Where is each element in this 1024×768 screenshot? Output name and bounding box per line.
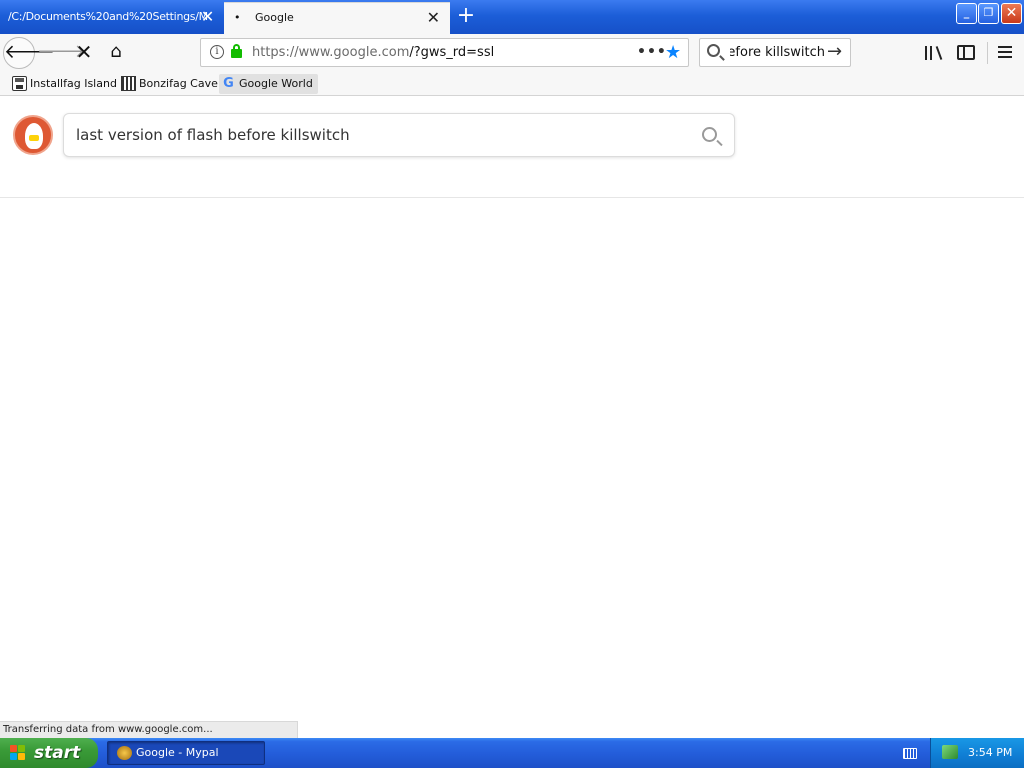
task-label: Google - Mypal <box>136 746 219 759</box>
windows-flag-icon <box>10 745 27 761</box>
duckduckgo-logo-icon[interactable] <box>13 115 53 155</box>
header-divider <box>0 197 1024 198</box>
bookmark-star-icon[interactable]: ★ <box>665 40 681 66</box>
building-icon <box>121 76 136 91</box>
bookmark-bonzifag-cave[interactable]: Bonzifag Cave <box>119 74 223 94</box>
navigation-bar: 🡐 🡒 ✕ ⌂ i https://www.google.com/?gws_rd… <box>0 34 1024 72</box>
close-window-button[interactable]: ✕ <box>1001 3 1022 24</box>
start-button[interactable]: start <box>0 738 98 768</box>
system-tray: 3:54 PM <box>930 738 1024 768</box>
search-icon[interactable] <box>702 127 717 142</box>
forward-button[interactable]: 🡒 <box>37 37 85 69</box>
desktop: /C:/Documents%20and%20Settings/M ✕ • Goo… <box>0 0 1024 768</box>
url-host: https://www.google.com <box>252 45 410 60</box>
restore-button[interactable]: ❐ <box>978 3 999 24</box>
search-query[interactable]: last version of flash before killswitch <box>76 114 350 156</box>
tab-documents[interactable]: /C:/Documents%20and%20Settings/M ✕ <box>0 2 224 34</box>
url-bar[interactable]: i https://www.google.com/?gws_rd=ssl •••… <box>200 38 689 67</box>
clock[interactable]: 3:54 PM <box>968 738 1012 768</box>
google-icon: G <box>223 76 234 91</box>
tab-close-icon[interactable]: ✕ <box>201 2 214 32</box>
page-actions-icon[interactable]: ••• <box>637 39 667 65</box>
sidebar-icon[interactable] <box>957 45 975 60</box>
search-input[interactable]: last version of flash before killswitch <box>63 113 735 157</box>
back-button[interactable]: 🡐 <box>3 37 55 69</box>
floppy-icon <box>12 76 27 91</box>
page-content: last version of flash before killswitch <box>0 97 1024 739</box>
taskbar-item-mypal[interactable]: Google - Mypal <box>107 741 265 765</box>
stop-button[interactable]: ✕ <box>68 37 100 69</box>
library-icon[interactable] <box>925 42 945 62</box>
tab-strip: /C:/Documents%20and%20Settings/M ✕ • Goo… <box>0 0 1024 34</box>
tab-google[interactable]: • Google ✕ <box>224 2 450 34</box>
new-tab-button[interactable]: + <box>455 3 477 29</box>
bookmark-label: Google World <box>239 77 313 90</box>
search-go-icon[interactable]: → <box>827 39 842 65</box>
start-label: start <box>34 743 81 763</box>
tab-title: Google <box>255 11 294 24</box>
search-bar[interactable]: last version of flash before killswitch … <box>699 38 851 67</box>
keyboard-icon[interactable] <box>903 748 917 759</box>
lock-icon[interactable] <box>231 44 242 58</box>
network-icon[interactable] <box>942 745 958 759</box>
bookmark-google-world[interactable]: G Google World <box>219 74 318 94</box>
bookmark-label: Bonzifag Cave <box>139 77 218 90</box>
search-bar-value[interactable]: last version of flash before killswitch <box>730 39 825 66</box>
search-icon <box>707 44 720 57</box>
toolbar-separator <box>987 42 988 64</box>
bookmark-label: Installfag Island <box>30 77 117 90</box>
bookmarks-toolbar: Installfag Island Bonzifag Cave G Google… <box>0 72 1024 96</box>
bookmark-installfag-island[interactable]: Installfag Island <box>10 74 122 94</box>
url-path: /?gws_rd=ssl <box>409 45 495 60</box>
status-bar: Transferring data from www.google.com... <box>0 721 298 738</box>
info-icon[interactable]: i <box>210 45 224 59</box>
minimize-button[interactable]: _ <box>956 3 977 24</box>
mypal-icon <box>117 746 132 760</box>
menu-icon[interactable] <box>998 46 1012 66</box>
loading-dot-icon: • <box>234 11 241 24</box>
url-text[interactable]: https://www.google.com/?gws_rd=ssl <box>252 39 494 66</box>
home-button[interactable]: ⌂ <box>100 37 132 69</box>
taskbar: start Google - Mypal 3:54 PM <box>0 738 1024 768</box>
tab-close-icon[interactable]: ✕ <box>427 3 440 33</box>
tab-title: /C:/Documents%20and%20Settings/M <box>8 10 208 23</box>
